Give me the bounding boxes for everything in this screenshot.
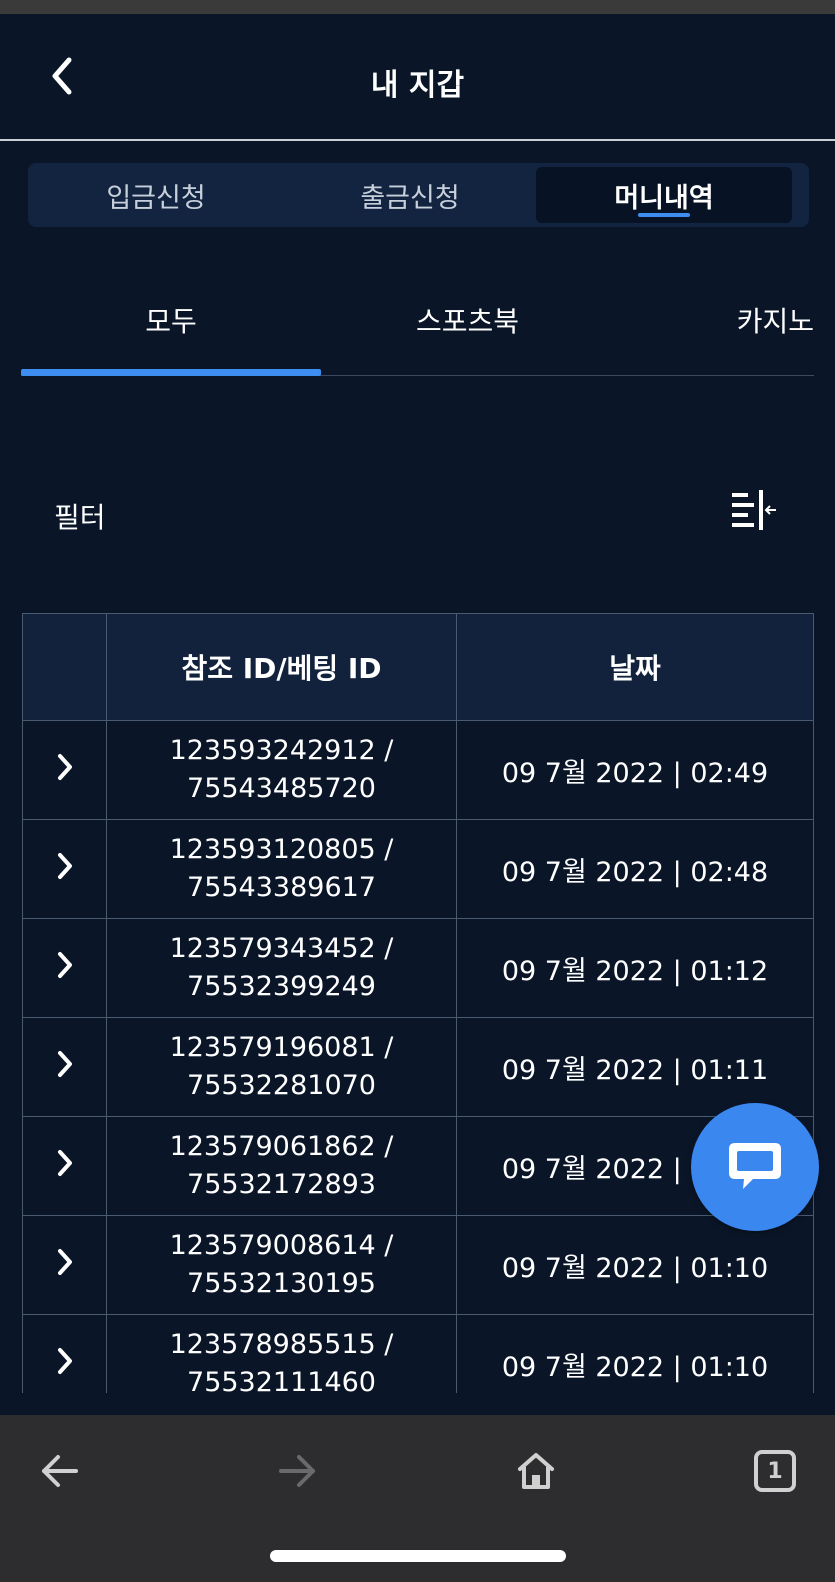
browser-tabs-button[interactable]: 1 xyxy=(743,1439,807,1503)
header-divider xyxy=(0,139,835,141)
home-icon xyxy=(518,1453,554,1489)
table-row[interactable]: 123579196081 / 75532281070 09 7월 2022 | 01… xyxy=(22,1017,814,1117)
ref-bet-id-cell: 123593242912 / 75543485720 xyxy=(106,720,457,820)
ref-id: 123593120805 / xyxy=(169,834,394,865)
bet-id: 75532399249 xyxy=(187,971,376,1002)
chevron-right-icon xyxy=(57,1347,72,1374)
ref-bet-id-cell: 123579343452 / 75532399249 xyxy=(106,918,457,1018)
chevron-right-icon xyxy=(57,852,72,879)
tab-money-history[interactable]: 머니내역 xyxy=(536,167,792,223)
wallet-segment-tabs: 입금신청 출금신청 머니내역 xyxy=(28,163,809,227)
arrow-right-icon xyxy=(279,1455,315,1487)
chat-bubble-icon xyxy=(729,1143,781,1189)
active-tab-indicator xyxy=(21,369,321,376)
chevron-right-icon xyxy=(57,1248,72,1275)
row-expand-button[interactable] xyxy=(22,720,107,820)
header-expand-column xyxy=(22,613,107,721)
tab-label: 머니내역 xyxy=(614,182,714,214)
tab-label: 모두 xyxy=(145,305,197,338)
filter-button[interactable] xyxy=(730,490,780,536)
table-row[interactable]: 123593242912 / 75543485720 09 7월 2022 | 02… xyxy=(22,720,814,820)
tab-all[interactable]: 모두 xyxy=(21,270,321,370)
bet-id: 75532130195 xyxy=(187,1268,376,1299)
bet-id: 75543485720 xyxy=(187,773,376,804)
header-date: 날짜 xyxy=(456,613,814,721)
table-row[interactable]: 123578985515 / 75532111460 09 7월 2022 | 01… xyxy=(22,1314,814,1393)
home-indicator xyxy=(270,1550,566,1562)
bet-id: 75543389617 xyxy=(187,872,376,903)
date-cell: 09 7월 2022 | 02:48 xyxy=(456,819,814,919)
row-expand-button[interactable] xyxy=(22,918,107,1018)
ref-bet-id-cell: 123579196081 / 75532281070 xyxy=(106,1017,457,1117)
tab-casino[interactable]: 카지노 xyxy=(714,270,814,370)
page-title: 내 지갑 xyxy=(370,68,465,103)
tab-deposit-request[interactable]: 입금신청 xyxy=(28,167,284,223)
tab-label: 입금신청 xyxy=(106,182,206,214)
money-history-table: 참조 ID/베팅 ID 날짜 123593242912 / 75543485720… xyxy=(22,613,814,1393)
ref-bet-id-cell: 123578985515 / 75532111460 xyxy=(106,1314,457,1393)
row-expand-button[interactable] xyxy=(22,819,107,919)
tab-label: 스포츠북 xyxy=(415,305,520,338)
row-expand-button[interactable] xyxy=(22,1215,107,1315)
browser-forward-button[interactable] xyxy=(265,1439,329,1503)
ref-id: 123579196081 / xyxy=(169,1032,394,1063)
tab-label: 카지노 xyxy=(736,305,814,338)
filter-label: 필터 xyxy=(54,501,106,534)
active-tab-indicator xyxy=(638,213,690,217)
status-bar xyxy=(0,0,835,14)
table-row[interactable]: 123593120805 / 75543389617 09 7월 2022 | 02… xyxy=(22,819,814,919)
date-cell: 09 7월 2022 | 01:11 xyxy=(456,1017,814,1117)
table-row[interactable]: 123579008614 /75532130195 09 7월 2022 | 01… xyxy=(22,1215,814,1315)
chevron-right-icon xyxy=(57,1050,72,1077)
bet-id: 75532172893 xyxy=(187,1169,376,1200)
date-cell: 09 7월 2022 | 01:10 xyxy=(456,1314,814,1393)
row-expand-button[interactable] xyxy=(22,1314,107,1393)
open-tabs-count: 1 xyxy=(767,1458,783,1484)
browser-back-button[interactable] xyxy=(28,1439,92,1503)
row-expand-button[interactable] xyxy=(22,1017,107,1117)
ref-id: 123579008614 / xyxy=(169,1230,394,1261)
ref-bet-id-cell: 123579008614 / 75532130195 xyxy=(106,1215,457,1315)
ref-id: 123593242912 / xyxy=(169,735,394,766)
date-cell: 09 7월 2022 | 02:49 xyxy=(456,720,814,820)
bet-id: 75532281070 xyxy=(187,1070,376,1101)
tab-label: 출금신청 xyxy=(360,182,460,214)
date-cell: 09 7월 2022 | 01:12 xyxy=(456,918,814,1018)
bet-id: 75532111460 xyxy=(187,1367,376,1393)
table-header-row: 참조 ID/베팅 ID 날짜 xyxy=(22,613,814,721)
category-tabs: 모두 스포츠북 카지노 xyxy=(21,270,814,376)
ref-bet-id-cell: 123593120805 / 75543389617 xyxy=(106,819,457,919)
ref-id: 123579061862 / xyxy=(169,1131,394,1162)
arrow-left-icon xyxy=(42,1455,78,1487)
ref-bet-id-cell: 123579061862 / 75532172893 xyxy=(106,1116,457,1216)
table-row[interactable]: 123579343452 / 75532399249 09 7월 2022 | 01… xyxy=(22,918,814,1018)
chevron-right-icon xyxy=(57,753,72,780)
filter-collapse-icon xyxy=(732,490,776,530)
app-header: 내 지갑 xyxy=(0,14,835,139)
ref-id: 123578985515 / xyxy=(169,1329,394,1360)
chevron-right-icon xyxy=(57,951,72,978)
ref-id: 123579343452 / xyxy=(169,933,394,964)
chevron-right-icon xyxy=(57,1149,72,1176)
browser-home-button[interactable] xyxy=(504,1439,568,1503)
live-chat-button[interactable] xyxy=(691,1103,819,1231)
tab-withdraw-request[interactable]: 출금신청 xyxy=(282,167,538,223)
header-ref-bet-id: 참조 ID/베팅 ID xyxy=(106,613,457,721)
row-expand-button[interactable] xyxy=(22,1116,107,1216)
tab-sportsbook[interactable]: 스포츠북 xyxy=(321,270,614,370)
